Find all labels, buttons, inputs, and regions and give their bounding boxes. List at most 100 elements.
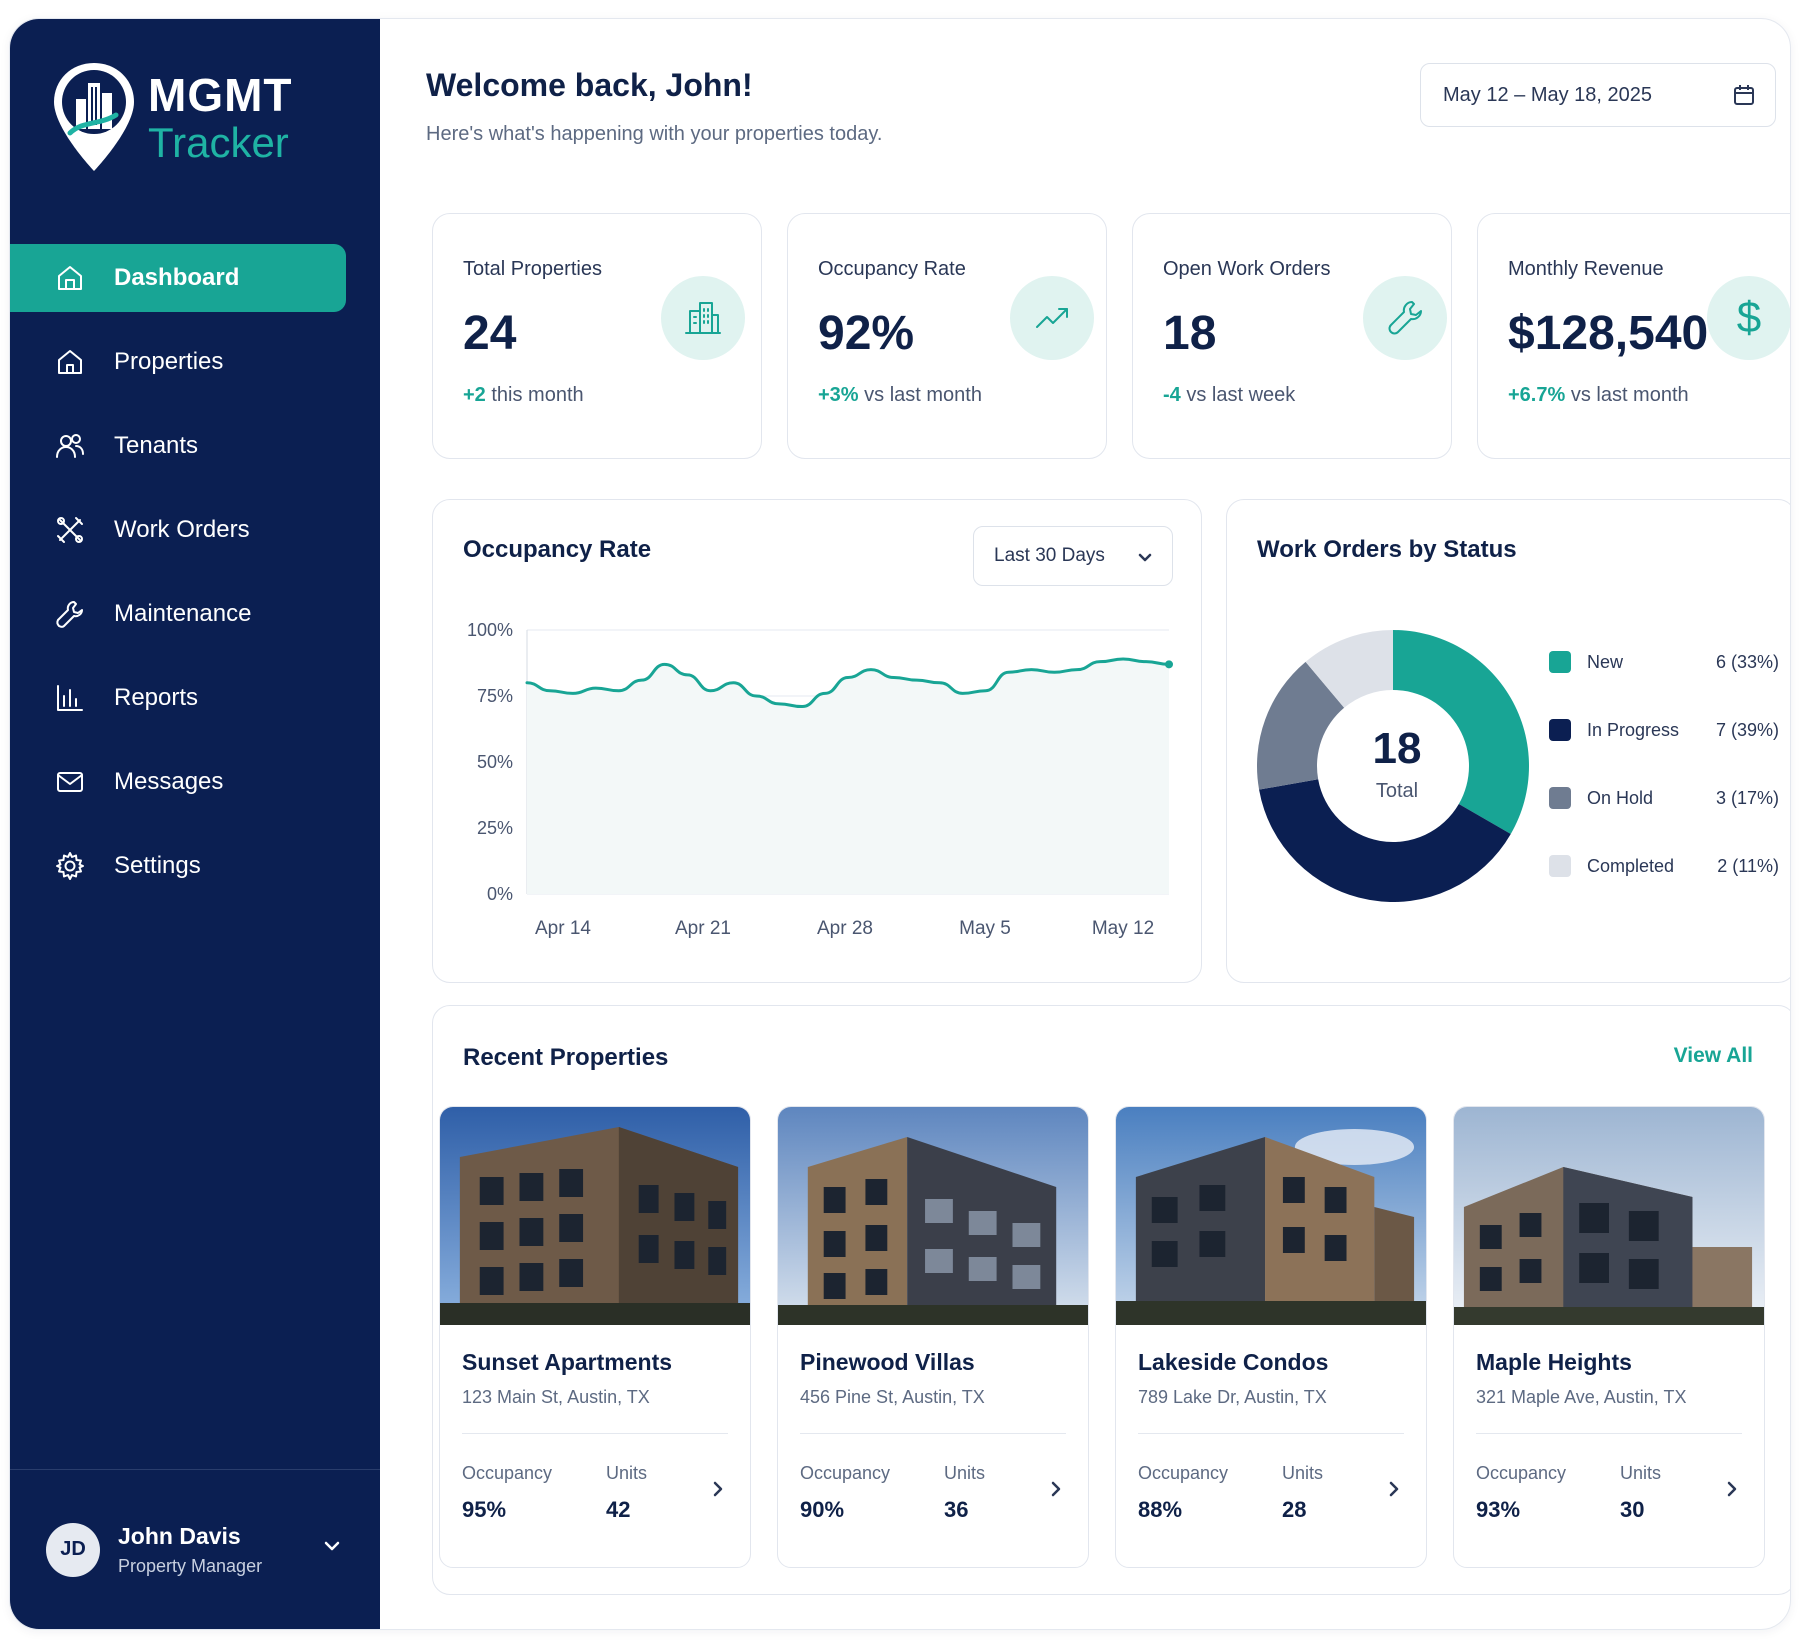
- divider: [1476, 1433, 1742, 1434]
- page-subtitle: Here's what's happening with your proper…: [426, 123, 883, 145]
- legend-swatch: [1549, 719, 1571, 741]
- recent-properties-card: Recent Properties View All Sunset Apartm…: [432, 1005, 1790, 1595]
- sidebar-item-label: Dashboard: [114, 264, 240, 291]
- mail-icon: [52, 764, 88, 800]
- kpi-delta: +2: [463, 384, 486, 406]
- sidebar-item-dashboard[interactable]: Dashboard: [10, 244, 346, 312]
- legend-label: On Hold: [1587, 787, 1654, 808]
- logo-pin-icon: [54, 63, 134, 171]
- sidebar-item-label: Maintenance: [114, 600, 252, 627]
- property-card-lakeside-condos[interactable]: Lakeside Condos 789 Lake Dr, Austin, TX …: [1115, 1106, 1427, 1568]
- donut-total-value: 18: [1372, 724, 1422, 773]
- occupancy-value: 90%: [800, 1497, 845, 1522]
- y-tick-label: 25%: [477, 818, 513, 838]
- sidebar: MGMT Tracker Dashboard Properties Tenant…: [10, 19, 380, 1629]
- users-icon: [52, 428, 88, 464]
- sidebar-item-work-orders[interactable]: Work Orders: [10, 496, 380, 564]
- legend-value: 2 (11%): [1717, 855, 1779, 876]
- property-address: 789 Lake Dr, Austin, TX: [1138, 1387, 1327, 1407]
- property-name: Lakeside Condos: [1138, 1349, 1329, 1375]
- units-value: 36: [944, 1497, 969, 1522]
- kpi-card-occupancy-rate: Occupancy Rate 92% +3% vs last month: [787, 213, 1107, 459]
- units-value: 42: [606, 1497, 631, 1522]
- avatar: JD: [46, 1522, 100, 1577]
- sidebar-item-properties[interactable]: Properties: [10, 328, 380, 396]
- page-title: Welcome back, John!: [426, 67, 753, 103]
- kpi-note: +6.7% vs last month: [1508, 384, 1689, 407]
- y-tick-label: 50%: [477, 752, 513, 772]
- property-card-sunset-apartments[interactable]: Sunset Apartments 123 Main St, Austin, T…: [439, 1106, 751, 1568]
- sidebar-item-reports[interactable]: Reports: [10, 664, 380, 732]
- kpi-note-text: vs last month: [1565, 384, 1689, 406]
- legend-value: 7 (39%): [1715, 719, 1779, 740]
- chevron-down-icon[interactable]: [320, 1534, 344, 1558]
- chevron-right-icon[interactable]: [1384, 1479, 1404, 1499]
- x-tick-label: May 12: [1092, 918, 1154, 939]
- property-photo: [440, 1107, 750, 1325]
- chevron-right-icon[interactable]: [1046, 1479, 1066, 1499]
- data-point: [1165, 660, 1173, 669]
- x-tick-label: May 5: [959, 918, 1011, 939]
- kpi-delta: -4: [1163, 384, 1181, 406]
- work-orders-card: Work Orders by Status 18 Total New 6 (33…: [1226, 499, 1790, 983]
- sidebar-item-settings[interactable]: Settings: [10, 832, 380, 900]
- legend-label: New: [1587, 651, 1624, 672]
- tools-icon: [52, 512, 88, 548]
- gear-icon: [52, 848, 88, 884]
- y-tick-label: 75%: [477, 686, 513, 706]
- x-tick-label: Apr 28: [817, 918, 873, 939]
- kpi-card-open-work-orders: Open Work Orders 18 -4 vs last week: [1132, 213, 1452, 459]
- kpi-note-text: vs last week: [1180, 384, 1296, 406]
- legend-item-completed: Completed 2 (11%): [1549, 832, 1779, 900]
- sidebar-item-label: Messages: [114, 768, 224, 795]
- legend-value: 6 (33%): [1715, 651, 1779, 672]
- wrench-icon: [52, 596, 88, 632]
- property-address: 123 Main St, Austin, TX: [462, 1387, 650, 1407]
- units-value: 30: [1620, 1497, 1645, 1522]
- kpi-value: 24: [463, 307, 517, 360]
- kpi-label: Occupancy Rate: [818, 258, 966, 280]
- kpi-note: +2 this month: [463, 384, 584, 407]
- chevron-right-icon[interactable]: [708, 1479, 728, 1499]
- kpi-value: 18: [1163, 307, 1217, 360]
- chevron-right-icon[interactable]: [1722, 1479, 1742, 1499]
- property-card-pinewood-villas[interactable]: Pinewood Villas 456 Pine St, Austin, TX …: [777, 1106, 1089, 1568]
- x-tick-label: Apr 14: [535, 918, 591, 939]
- user-name: John Davis: [118, 1522, 241, 1549]
- units-label: Units: [606, 1463, 648, 1483]
- sidebar-nav: Dashboard Properties Tenants Work Orders: [10, 244, 380, 916]
- kpi-label: Monthly Revenue: [1508, 258, 1664, 280]
- legend-label: Completed: [1587, 855, 1675, 876]
- property-photo: [1454, 1107, 1764, 1325]
- kpi-label: Open Work Orders: [1163, 258, 1331, 280]
- bar-chart-icon: [52, 680, 88, 716]
- sidebar-item-label: Reports: [114, 684, 199, 711]
- sidebar-item-tenants[interactable]: Tenants: [10, 412, 380, 480]
- donut-total-label: Total: [1375, 780, 1419, 802]
- app-window: MGMT Tracker Dashboard Properties Tenant…: [9, 18, 1791, 1630]
- occupancy-label: Occupancy: [462, 1463, 553, 1483]
- units-label: Units: [1282, 1463, 1324, 1483]
- kpi-delta: +3%: [818, 384, 859, 406]
- y-tick-label: 0%: [487, 884, 513, 904]
- property-address: 456 Pine St, Austin, TX: [800, 1387, 985, 1407]
- occupancy-label: Occupancy: [1138, 1463, 1229, 1483]
- home-icon: [52, 260, 88, 296]
- property-photo: [778, 1107, 1088, 1325]
- user-profile[interactable]: JD John Davis Property Manager: [10, 1469, 380, 1629]
- view-all-link[interactable]: View All: [1674, 1044, 1753, 1068]
- kpi-label: Total Properties: [463, 258, 602, 280]
- sidebar-item-messages[interactable]: Messages: [10, 748, 380, 816]
- property-card-maple-heights[interactable]: Maple Heights 321 Maple Ave, Austin, TX …: [1453, 1106, 1765, 1568]
- property-name: Sunset Apartments: [462, 1349, 673, 1375]
- occupancy-label: Occupancy: [1476, 1463, 1567, 1483]
- occupancy-value: 93%: [1476, 1497, 1521, 1522]
- kpi-card-total-properties: Total Properties 24 +2 this month: [432, 213, 762, 459]
- date-range-picker[interactable]: May 12 – May 18, 2025: [1420, 63, 1776, 127]
- divider: [1138, 1433, 1404, 1434]
- sidebar-item-maintenance[interactable]: Maintenance: [10, 580, 380, 648]
- occupancy-chart-card: Occupancy Rate Last 30 Days 100% 75% 50% 25…: [432, 499, 1202, 983]
- house-icon: [52, 344, 88, 380]
- legend-item-in-progress: In Progress 7 (39%): [1549, 696, 1779, 764]
- logo[interactable]: MGMT Tracker: [50, 59, 293, 177]
